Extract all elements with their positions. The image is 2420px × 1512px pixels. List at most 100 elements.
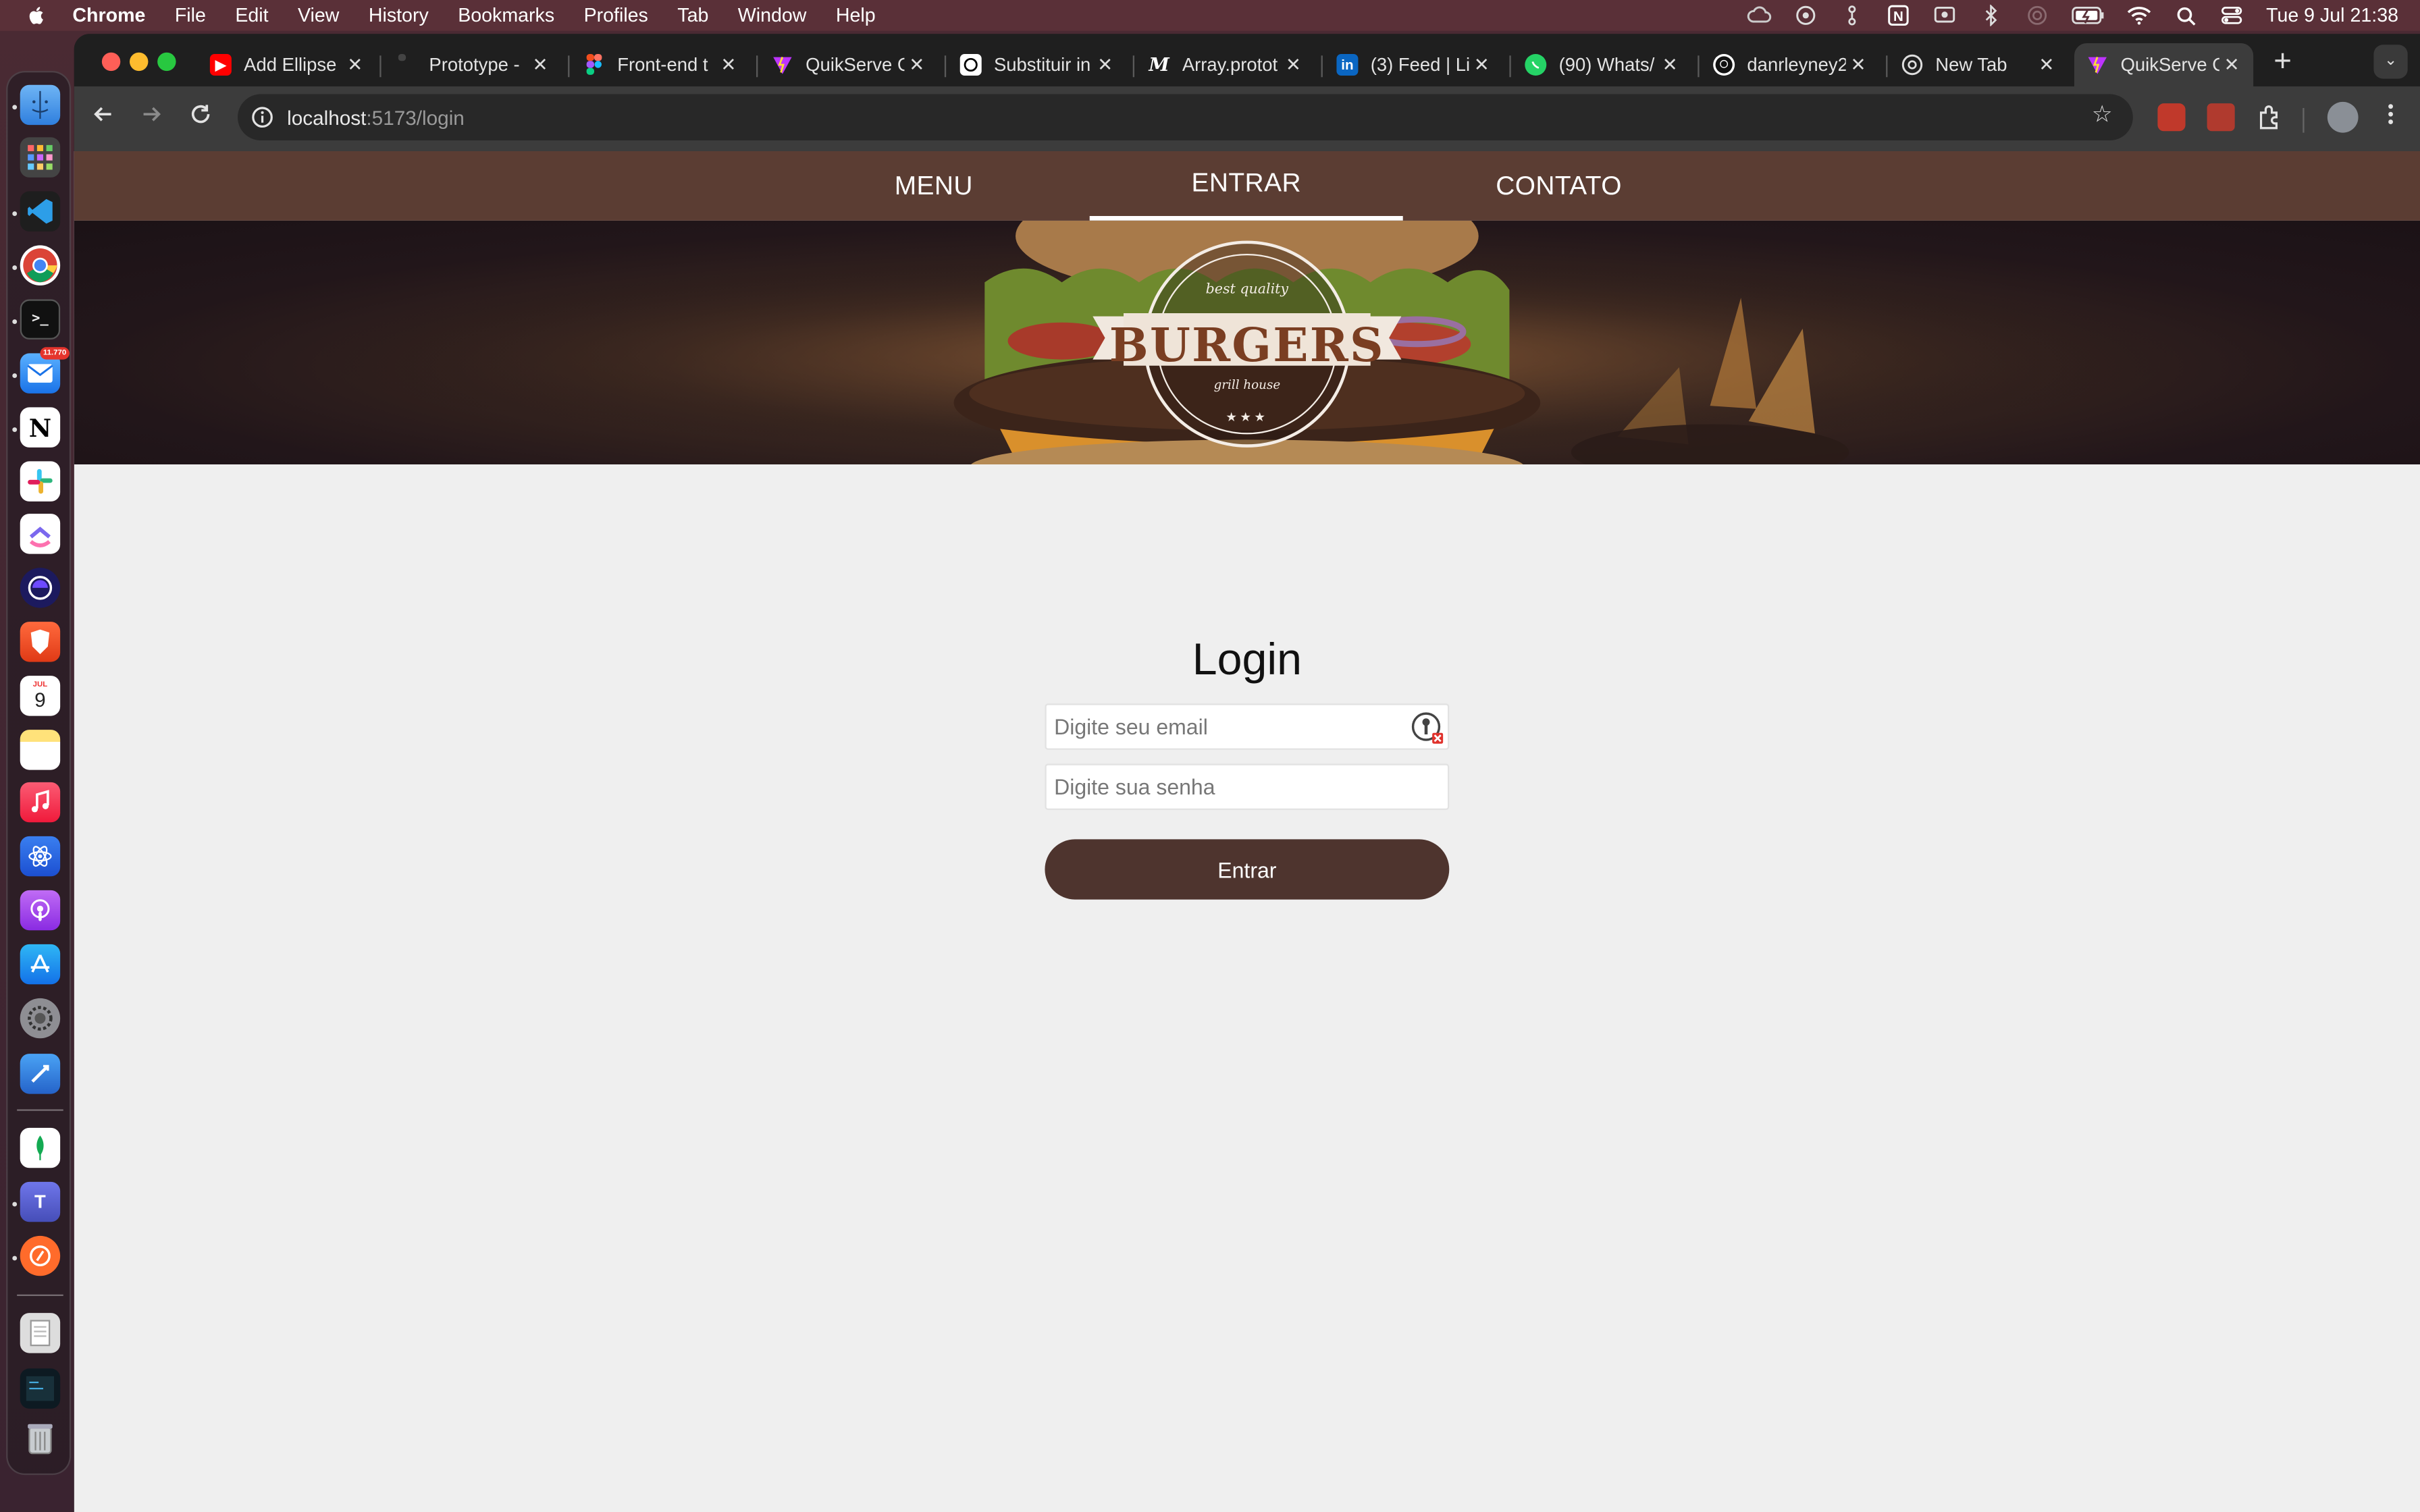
close-tab-icon[interactable]: ✕ xyxy=(1093,53,1117,78)
reload-button[interactable] xyxy=(184,102,217,136)
slack-icon[interactable] xyxy=(20,461,61,502)
tab-quikserve-1[interactable]: QuikServe C ✕ xyxy=(760,43,939,86)
notion-app-icon[interactable]: N xyxy=(20,407,61,448)
close-tab-icon[interactable]: ✕ xyxy=(1281,53,1306,78)
calendar-icon[interactable]: JUL 9 xyxy=(20,676,61,716)
bookmark-star-icon[interactable]: ☆ xyxy=(2090,103,2115,128)
close-window-button[interactable] xyxy=(101,52,121,72)
podcasts-icon[interactable] xyxy=(20,890,61,931)
wifi-icon[interactable] xyxy=(2127,5,2152,26)
mail-icon[interactable]: 11.770 xyxy=(20,347,70,394)
menu-file[interactable]: File xyxy=(175,5,206,26)
menu-edit[interactable]: Edit xyxy=(235,5,268,26)
git-icon[interactable] xyxy=(1840,5,1865,26)
launchpad-icon[interactable] xyxy=(20,137,61,178)
chrome-icon[interactable] xyxy=(20,245,61,286)
profile-avatar[interactable] xyxy=(2327,101,2359,133)
menu-window[interactable]: Window xyxy=(738,5,807,26)
address-bar[interactable]: localhost :5173/login ☆ xyxy=(238,94,2133,141)
control-center-icon[interactable] xyxy=(2220,5,2245,26)
tab-prototype[interactable]: Prototype - ✕ xyxy=(383,43,562,86)
xcode-icon[interactable] xyxy=(20,1054,61,1094)
menu-tab[interactable]: Tab xyxy=(677,5,708,26)
vscode-icon[interactable] xyxy=(20,191,61,232)
battery-icon[interactable] xyxy=(2072,5,2105,26)
close-tab-icon[interactable]: ✕ xyxy=(904,53,929,78)
browser-menu-button[interactable] xyxy=(2373,102,2407,136)
mongodb-compass-icon[interactable] xyxy=(20,1127,61,1168)
bluetooth-icon[interactable] xyxy=(1979,4,2004,26)
email-input[interactable]: Digite seu email xyxy=(1045,703,1450,750)
close-tab-icon[interactable]: ✕ xyxy=(2219,53,2244,78)
tab-linkedin[interactable]: in (3) Feed | Li ✕ xyxy=(1324,43,1503,86)
app-store-icon[interactable] xyxy=(20,944,61,985)
screen-share-icon[interactable] xyxy=(1932,5,1957,26)
tab-array-prototype[interactable]: M Array.protot ✕ xyxy=(1136,43,1315,86)
tab-front-end[interactable]: Front-end t ✕ xyxy=(571,43,750,86)
close-tab-icon[interactable]: ✕ xyxy=(342,53,367,78)
menu-bar-clock[interactable]: Tue 9 Jul 21:38 xyxy=(2266,5,2398,26)
tab-search-button[interactable]: ⌄ xyxy=(2373,45,2408,79)
trash-icon[interactable] xyxy=(20,1418,60,1458)
site-info-icon[interactable] xyxy=(250,105,275,130)
finder-icon[interactable] xyxy=(20,84,61,126)
copilot-icon[interactable] xyxy=(1794,5,1819,26)
brave-icon[interactable] xyxy=(20,622,61,662)
postman-icon[interactable] xyxy=(20,1235,61,1276)
tab-title: QuikServe C xyxy=(2120,54,2219,76)
apple-icon[interactable] xyxy=(26,5,48,26)
react-native-debugger-icon[interactable] xyxy=(20,836,61,877)
extension-1-icon[interactable] xyxy=(2157,103,2186,132)
menu-bookmarks[interactable]: Bookmarks xyxy=(458,5,554,26)
nav-contato[interactable]: CONTATO xyxy=(1479,151,1639,221)
menu-history[interactable]: History xyxy=(369,5,429,26)
extension-2-icon[interactable] xyxy=(2207,103,2235,132)
close-tab-icon[interactable]: ✕ xyxy=(528,53,553,78)
new-tab-button[interactable]: + xyxy=(2269,47,2296,78)
password-manager-icon[interactable] xyxy=(1411,711,1444,745)
dock-separator xyxy=(17,1109,63,1111)
tab-new-tab[interactable]: New Tab ✕ xyxy=(1889,43,2068,86)
music-icon[interactable] xyxy=(20,782,61,823)
menu-profiles[interactable]: Profiles xyxy=(584,5,648,26)
password-input[interactable]: Digite sua senha xyxy=(1045,763,1450,810)
teams-icon[interactable]: T xyxy=(20,1181,61,1222)
close-tab-icon[interactable]: ✕ xyxy=(1469,53,1494,78)
minimize-window-button[interactable] xyxy=(130,52,149,72)
menu-app-name[interactable]: Chrome xyxy=(72,5,145,26)
youtube-icon: ▶ xyxy=(209,54,232,76)
tab-substituir[interactable]: Substituir in ✕ xyxy=(947,43,1126,86)
tab-separator xyxy=(379,55,382,78)
tab-add-ellipse[interactable]: ▶ Add Ellipse ✕ xyxy=(198,43,377,86)
proton-vpn-icon[interactable] xyxy=(20,568,61,608)
terminal-icon[interactable]: >_ xyxy=(20,299,61,340)
tab-title: Substituir in xyxy=(994,54,1091,76)
nav-entrar[interactable]: ENTRAR xyxy=(1089,151,1403,221)
notion-icon[interactable]: N xyxy=(1887,5,1912,26)
notes-icon[interactable] xyxy=(20,730,61,770)
close-tab-icon[interactable]: ✕ xyxy=(1846,53,1871,78)
tab-separator xyxy=(756,55,758,78)
menu-help[interactable]: Help xyxy=(836,5,876,26)
close-tab-icon[interactable]: ✕ xyxy=(716,53,741,78)
clickup-icon[interactable] xyxy=(20,514,61,554)
creative-cloud-icon[interactable] xyxy=(1747,5,1772,26)
menu-bar-status-area: N Tue 9 Jul 21:38 xyxy=(1747,0,2420,31)
extensions-puzzle-icon[interactable] xyxy=(2257,103,2284,131)
tab-quikserve-active[interactable]: QuikServe C ✕ xyxy=(2074,43,2254,86)
system-settings-icon[interactable] xyxy=(20,998,61,1039)
spotlight-search-icon[interactable] xyxy=(2174,5,2199,26)
menu-view[interactable]: View xyxy=(298,5,339,26)
nav-menu[interactable]: MENU xyxy=(855,151,1012,221)
downloads-stack-icon[interactable] xyxy=(20,1313,61,1353)
close-tab-icon[interactable]: ✕ xyxy=(1658,53,1683,78)
close-tab-icon[interactable]: ✕ xyxy=(2034,53,2059,78)
login-submit-button[interactable]: Entrar xyxy=(1045,839,1450,900)
zoom-window-button[interactable] xyxy=(157,52,176,72)
tab-github[interactable]: danrleyney2 ✕ xyxy=(1701,43,1880,86)
tab-whatsapp[interactable]: (90) Whats/ ✕ xyxy=(1512,43,1691,86)
forward-button[interactable] xyxy=(134,102,168,136)
back-button[interactable] xyxy=(86,102,120,136)
airdrop-icon[interactable] xyxy=(2026,5,2051,26)
screenshot-stack-icon[interactable] xyxy=(20,1368,61,1409)
